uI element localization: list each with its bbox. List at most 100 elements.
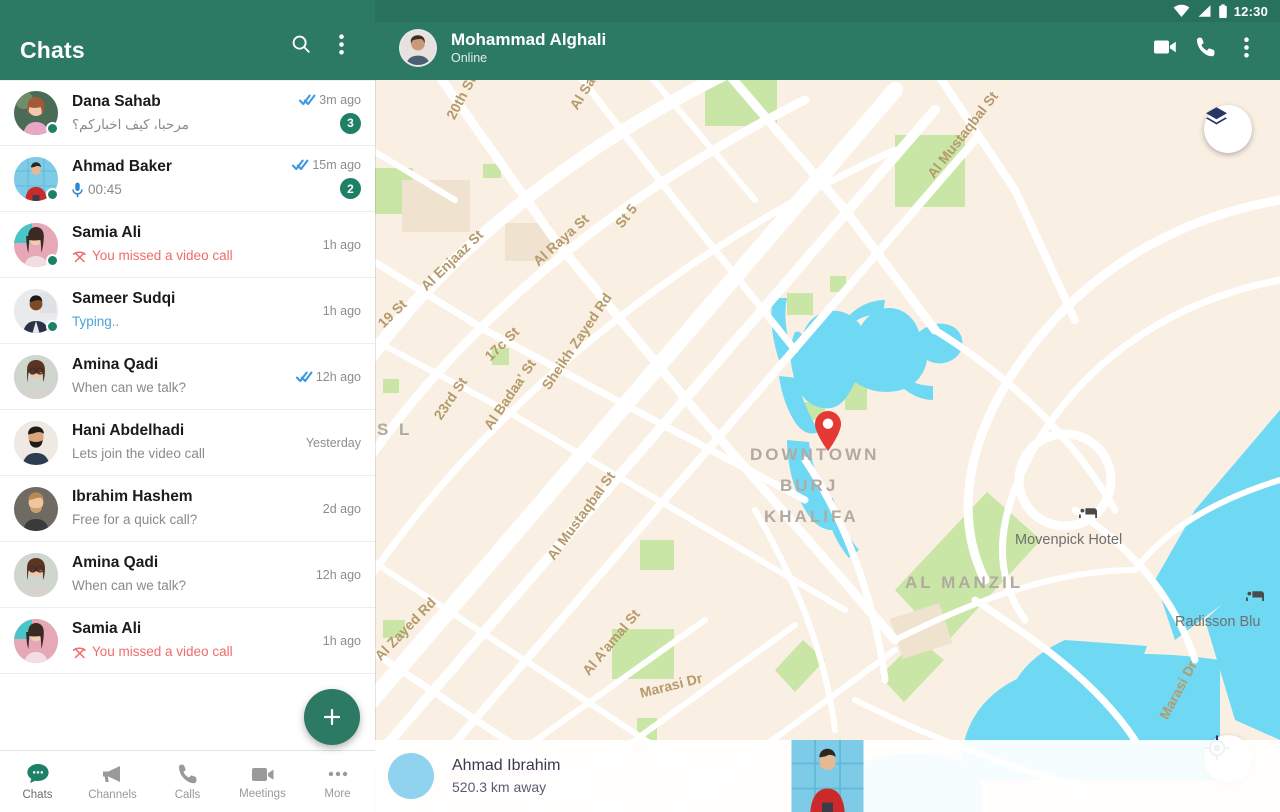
chat-list-item[interactable]: Amina Qadi When can we talk? 12h ago bbox=[0, 344, 375, 410]
nav-item-more[interactable]: More bbox=[300, 763, 375, 800]
chat-item-time: 1h ago bbox=[322, 633, 361, 648]
chat-item-time-row: 1h ago bbox=[323, 304, 361, 318]
chat-avatar bbox=[14, 420, 58, 465]
avatar-image bbox=[14, 618, 58, 663]
nav-label-meetings: Meetings bbox=[239, 788, 286, 800]
chat-item-texts: Amina Qadi When can we talk? bbox=[72, 355, 290, 398]
avatar bbox=[14, 420, 58, 465]
chat-item-name: Hani Abdelhadi bbox=[72, 422, 185, 439]
chat-list[interactable]: Dana Sahab مرحبا، كيف اخباركم؟ 3m ago 3 … bbox=[0, 80, 375, 750]
contact-status: Online bbox=[451, 51, 488, 65]
chat-item-time-row: 12h ago bbox=[295, 369, 361, 384]
chat-item-preview: 00:45 bbox=[72, 180, 286, 200]
chat-item-meta: 1h ago bbox=[305, 634, 361, 648]
megaphone-icon bbox=[102, 766, 120, 782]
chat-item-meta: 12h ago bbox=[295, 369, 361, 384]
chat-avatar bbox=[14, 618, 58, 663]
chat-item-time-row: 12h ago bbox=[316, 568, 361, 582]
chat-bubble-icon bbox=[26, 764, 49, 784]
signal-icon bbox=[1198, 5, 1211, 17]
android-status-bar: 12:30 bbox=[375, 0, 1280, 22]
bottom-navigation: Chats Channels Calls Meetings More bbox=[0, 750, 375, 812]
chat-list-item[interactable]: Sameer Sudqi Typing.. 1h ago bbox=[0, 278, 375, 344]
new-chat-fab[interactable] bbox=[304, 689, 360, 745]
nav-label-more: More bbox=[324, 788, 351, 800]
status-bar-time: 12:30 bbox=[1233, 3, 1268, 19]
nav-item-calls[interactable]: Calls bbox=[150, 762, 225, 801]
chat-item-meta: 1h ago bbox=[305, 238, 361, 252]
shared-location-card[interactable]: Ahmad Ibrahim 520.3 km away bbox=[375, 740, 1280, 812]
chat-list-item[interactable]: Ahmad Baker 00:45 15m ago 2 bbox=[0, 146, 375, 212]
chat-item-time: 15m ago bbox=[312, 158, 361, 172]
avatar bbox=[14, 354, 58, 399]
chat-item-time-row: 15m ago bbox=[292, 158, 361, 172]
chat-item-name: Dana Sahab bbox=[72, 92, 161, 110]
contact-name: Mohammad Alghali bbox=[451, 30, 607, 49]
chats-overflow-button[interactable] bbox=[321, 24, 361, 64]
chat-item-meta: Yesterday bbox=[305, 436, 361, 450]
chat-item-meta: 2d ago bbox=[305, 502, 361, 516]
search-icon bbox=[292, 35, 310, 53]
chat-item-time: 1h ago bbox=[322, 303, 361, 318]
chat-avatar bbox=[14, 354, 58, 399]
chat-item-texts: Ahmad Baker 00:45 bbox=[72, 157, 286, 200]
online-status-dot bbox=[46, 122, 59, 135]
contact-avatar[interactable] bbox=[399, 29, 437, 67]
chat-avatar bbox=[14, 222, 59, 267]
map-pin-icon bbox=[815, 411, 841, 451]
missed-video-call-icon bbox=[72, 647, 86, 658]
avatar-image bbox=[14, 486, 58, 531]
chat-item-time-row: 3m ago bbox=[299, 93, 361, 107]
more-vertical-icon bbox=[338, 33, 344, 55]
nav-item-channels[interactable]: Channels bbox=[75, 762, 150, 801]
video-call-button[interactable] bbox=[1146, 27, 1186, 67]
map-view[interactable]: 20th StAl Safa StSt 5Al Raya StAl Enjaaz… bbox=[375, 80, 1280, 812]
chat-item-time: 12h ago bbox=[315, 369, 361, 384]
more-vertical-icon bbox=[1243, 36, 1249, 58]
avatar bbox=[14, 486, 58, 531]
shared-location-pin[interactable] bbox=[813, 410, 843, 452]
chat-item-texts: Ibrahim Hashem Free for a quick call? bbox=[72, 487, 299, 530]
avatar-image bbox=[791, 740, 864, 812]
contact-titles: Mohammad Alghali Online bbox=[451, 30, 1146, 67]
nav-label-calls: Calls bbox=[174, 789, 201, 801]
chat-list-item[interactable]: Samia Ali You missed a video call 1h ago bbox=[0, 212, 375, 278]
chat-item-name: Ibrahim Hashem bbox=[72, 488, 193, 505]
chat-avatar bbox=[14, 288, 59, 333]
search-button[interactable] bbox=[281, 24, 321, 64]
chat-list-item[interactable]: Samia Ali You missed a video call 1h ago bbox=[0, 608, 375, 674]
chat-item-preview-text: Free for a quick call? bbox=[72, 512, 198, 527]
chat-item-preview-text: 00:45 bbox=[88, 182, 122, 197]
unread-badge: 3 bbox=[340, 112, 361, 134]
read-receipt-icon bbox=[292, 159, 309, 171]
chats-app-bar: Chats bbox=[0, 0, 375, 80]
avatar-image bbox=[14, 354, 58, 399]
chat-item-texts: Sameer Sudqi Typing.. bbox=[72, 289, 299, 332]
chat-item-meta: 12h ago bbox=[305, 568, 361, 582]
wifi-icon bbox=[1173, 4, 1190, 17]
map-layers-button[interactable] bbox=[1204, 105, 1252, 153]
chat-item-meta: 15m ago 2 bbox=[292, 158, 361, 199]
plus-icon bbox=[323, 708, 341, 726]
chat-item-time-row: Yesterday bbox=[306, 436, 361, 450]
chat-list-item[interactable]: Hani Abdelhadi Lets join the video call … bbox=[0, 410, 375, 476]
conversation-overflow-button[interactable] bbox=[1226, 27, 1266, 67]
chat-list-item[interactable]: Dana Sahab مرحبا، كيف اخباركم؟ 3m ago 3 bbox=[0, 80, 375, 146]
chat-list-item[interactable]: Ibrahim Hashem Free for a quick call? 2d… bbox=[0, 476, 375, 542]
nav-item-meetings[interactable]: Meetings bbox=[225, 763, 300, 800]
page-title: Chats bbox=[20, 37, 85, 63]
nav-item-chats[interactable]: Chats bbox=[0, 762, 75, 801]
chat-item-texts: Hani Abdelhadi Lets join the video call bbox=[72, 421, 299, 464]
chat-avatar bbox=[14, 91, 59, 135]
chat-item-name: Ahmad Baker bbox=[72, 158, 172, 175]
online-status-dot bbox=[46, 187, 59, 201]
chat-item-preview: Free for a quick call? bbox=[72, 510, 299, 530]
chat-item-preview-text: Typing.. bbox=[72, 314, 120, 329]
chat-item-preview: مرحبا، كيف اخباركم؟ bbox=[72, 115, 293, 135]
nav-label-chats: Chats bbox=[22, 789, 53, 801]
chat-item-meta: 1h ago bbox=[305, 304, 361, 318]
voice-call-button[interactable] bbox=[1186, 27, 1226, 67]
chat-item-texts: Samia Ali You missed a video call bbox=[72, 619, 299, 662]
chat-list-item[interactable]: Amina Qadi When can we talk? 12h ago bbox=[0, 542, 375, 608]
chat-item-preview: When can we talk? bbox=[72, 378, 290, 398]
